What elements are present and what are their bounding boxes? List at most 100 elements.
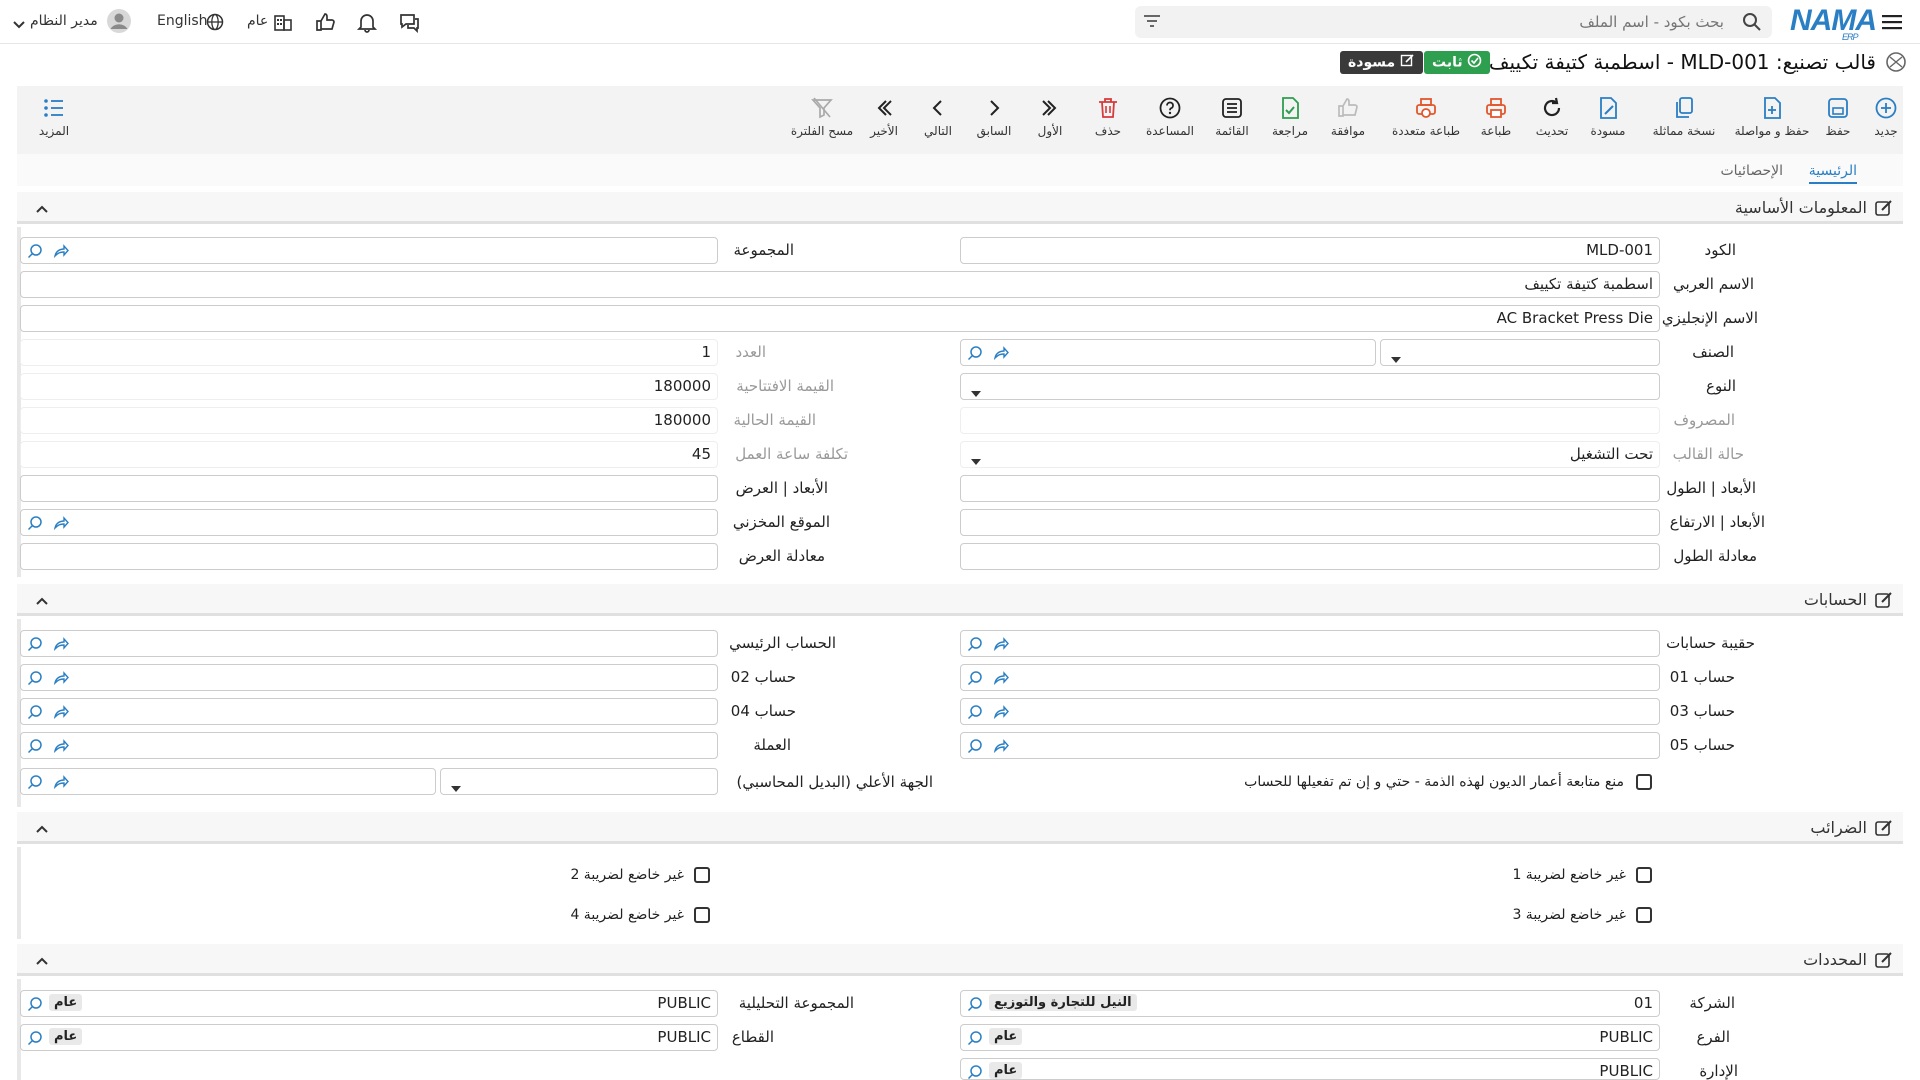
edit-icon[interactable] [1875, 591, 1893, 613]
search-plus-icon[interactable] [967, 704, 983, 724]
share-icon[interactable] [53, 243, 69, 263]
width-equation-field[interactable] [20, 543, 718, 570]
width-field[interactable] [20, 475, 718, 502]
save-continue-button[interactable]: حفظ و مواصلة [1729, 96, 1815, 138]
search-input[interactable] [1204, 11, 1724, 33]
account-01-field[interactable] [960, 664, 1660, 691]
currency-field[interactable] [20, 732, 718, 759]
share-icon[interactable] [993, 738, 1009, 758]
search-plus-icon[interactable] [27, 670, 43, 690]
sector-field[interactable]: PUBLIC عام [20, 1024, 718, 1051]
parent-entity-field[interactable] [20, 768, 436, 795]
arabic-name-field[interactable]: اسطمبة كتيفة تكييف [20, 271, 1660, 298]
search-plus-icon[interactable] [967, 670, 983, 690]
account-02-field[interactable] [20, 664, 718, 691]
share-icon[interactable] [993, 704, 1009, 724]
duplicate-button[interactable]: نسخة مماثلة [1645, 96, 1723, 138]
edit-icon[interactable] [1875, 199, 1893, 221]
search-plus-icon[interactable] [967, 1064, 983, 1079]
multi-print-button[interactable]: طباعة متعددة [1385, 96, 1467, 138]
user-name[interactable]: مدير النظام [30, 13, 98, 29]
tab-main[interactable]: الرئيسية [1808, 163, 1857, 184]
tax-2-checkbox[interactable] [694, 867, 710, 883]
section-header-dimensions[interactable]: المحددات [17, 944, 1903, 976]
company-field[interactable]: 01 النيل للتجارة والتوزيع [960, 990, 1660, 1017]
share-icon[interactable] [993, 670, 1009, 690]
parent-entity-select[interactable] [440, 768, 718, 795]
global-search[interactable] [1135, 6, 1772, 38]
share-icon[interactable] [993, 636, 1009, 656]
branch-field[interactable]: PUBLIC عام [960, 1024, 1660, 1051]
edit-icon[interactable] [1875, 819, 1893, 841]
analytic-group-field[interactable]: PUBLIC عام [20, 990, 718, 1017]
clear-filter-button[interactable]: مسح الفلترة [785, 96, 859, 138]
bell-icon[interactable] [356, 11, 378, 37]
share-icon[interactable] [53, 670, 69, 690]
mold-status-select[interactable]: تحت التشغيل [960, 441, 1660, 468]
last-button[interactable]: الأخير [851, 96, 917, 138]
chat-icon[interactable] [398, 11, 420, 37]
search-plus-icon[interactable] [27, 243, 43, 263]
search-plus-icon[interactable] [27, 636, 43, 656]
height-field[interactable] [960, 509, 1660, 536]
section-header-basic[interactable]: المعلومات الأساسية [17, 192, 1903, 224]
search-plus-icon[interactable] [27, 515, 43, 535]
search-plus-icon[interactable] [967, 996, 983, 1016]
search-plus-icon[interactable] [27, 738, 43, 758]
menu-icon[interactable] [1882, 13, 1902, 35]
search-plus-icon[interactable] [967, 345, 983, 365]
chevron-up-icon[interactable] [35, 200, 49, 218]
code-field[interactable]: MLD-001 [960, 237, 1660, 264]
scope-label[interactable]: عام [247, 13, 268, 29]
share-icon[interactable] [993, 345, 1009, 365]
building-icon[interactable] [272, 11, 294, 37]
search-plus-icon[interactable] [27, 774, 43, 794]
thumbs-up-icon[interactable] [314, 11, 336, 37]
class-select[interactable] [1380, 339, 1660, 366]
search-plus-icon[interactable] [27, 704, 43, 724]
account-04-field[interactable] [20, 698, 718, 725]
type-select[interactable] [960, 373, 1660, 400]
share-icon[interactable] [53, 738, 69, 758]
language-switch[interactable]: English [157, 13, 208, 29]
tax-3-checkbox[interactable] [1636, 907, 1652, 923]
length-field[interactable] [960, 475, 1660, 502]
tax-1-checkbox[interactable] [1636, 867, 1652, 883]
list-button[interactable]: القائمة [1199, 96, 1265, 138]
avatar[interactable] [107, 9, 131, 37]
chevron-down-icon[interactable] [12, 16, 26, 34]
chevron-up-icon[interactable] [35, 820, 49, 838]
help-button[interactable]: المساعدة [1137, 96, 1203, 138]
class-field[interactable] [960, 339, 1376, 366]
main-account-field[interactable] [20, 630, 718, 657]
filter-icon[interactable] [1143, 14, 1161, 32]
share-icon[interactable] [53, 774, 69, 794]
delete-button[interactable]: حذف [1075, 96, 1141, 138]
account-05-field[interactable] [960, 732, 1660, 759]
chevron-up-icon[interactable] [35, 952, 49, 970]
search-plus-icon[interactable] [27, 1030, 43, 1050]
search-plus-icon[interactable] [967, 738, 983, 758]
account-bag-field[interactable] [960, 630, 1660, 657]
prevent-aging-checkbox[interactable] [1636, 774, 1652, 790]
section-header-accounts[interactable]: الحسابات [17, 584, 1903, 616]
share-icon[interactable] [53, 636, 69, 656]
length-equation-field[interactable] [960, 543, 1660, 570]
app-logo[interactable]: NAMA ERP [1790, 4, 1877, 42]
tax-4-checkbox[interactable] [694, 907, 710, 923]
chevron-up-icon[interactable] [35, 592, 49, 610]
tab-stats[interactable]: الإحصائيات [1720, 163, 1783, 179]
search-plus-icon[interactable] [967, 636, 983, 656]
globe-icon[interactable] [206, 13, 224, 35]
search-plus-icon[interactable] [967, 1030, 983, 1050]
account-03-field[interactable] [960, 698, 1660, 725]
more-button[interactable]: المزيد [21, 96, 87, 138]
english-name-field[interactable]: AC Bracket Press Die [20, 305, 1660, 332]
group-field[interactable] [20, 237, 718, 264]
edit-icon[interactable] [1875, 951, 1893, 973]
share-icon[interactable] [53, 515, 69, 535]
section-header-taxes[interactable]: الضرائب [17, 812, 1903, 844]
review-button[interactable]: مراجعة [1257, 96, 1323, 138]
print-button[interactable]: طباعة [1463, 96, 1529, 138]
search-plus-icon[interactable] [27, 996, 43, 1016]
